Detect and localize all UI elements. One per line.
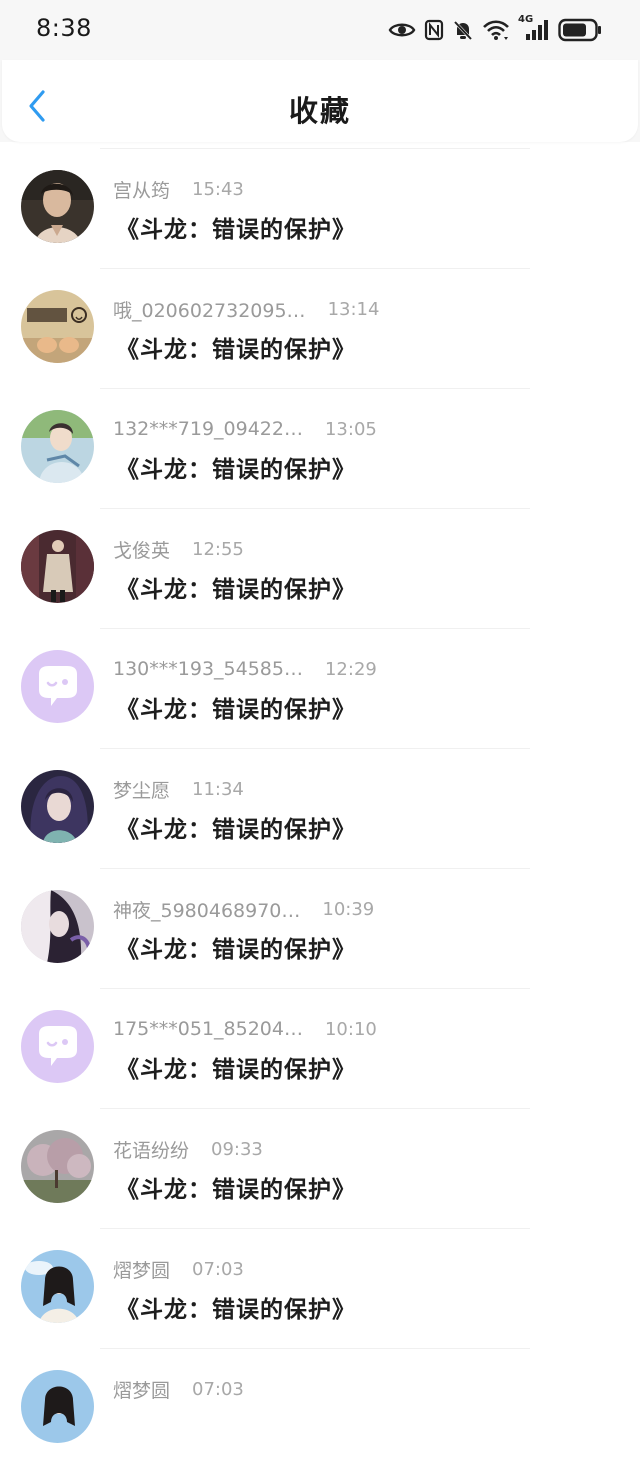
user-name: 戈俊英 [113, 539, 171, 562]
timestamp: 11:34 [192, 778, 244, 800]
avatar[interactable] [21, 170, 94, 243]
list-item[interactable]: 宫从筠 15:43 《斗龙：错误的保护》 [0, 148, 640, 268]
list-item[interactable]: 花语纷纷 09:33 《斗龙：错误的保护》 [0, 1108, 640, 1228]
avatar[interactable] [21, 530, 94, 603]
item-meta: 哦_020602732095… 13:14 [113, 296, 379, 322]
divider [100, 1228, 530, 1229]
timestamp: 12:29 [324, 658, 377, 680]
signal-4g-icon: 4G [518, 14, 550, 42]
item-meta: 花语纷纷 09:33 [113, 1136, 263, 1162]
timestamp: 10:39 [322, 898, 375, 920]
user-name: 梦尘愿 [113, 779, 171, 802]
item-meta: 130***193_54585… 12:29 [113, 656, 377, 682]
user-name: 熠梦圆 [113, 1379, 171, 1402]
list-item[interactable]: 175***051_85204… 10:10 《斗龙：错误的保护》 [0, 988, 640, 1108]
divider [100, 268, 530, 269]
avatar[interactable] [21, 410, 94, 483]
list-item[interactable]: 梦尘愿 11:34 《斗龙：错误的保护》 [0, 748, 640, 868]
wifi-icon [483, 20, 509, 40]
page-title: 收藏 [288, 94, 351, 128]
list-item[interactable]: 哦_020602732095… 13:14 《斗龙：错误的保护》 [0, 268, 640, 388]
item-meta: 神夜_5980468970… 10:39 [113, 896, 374, 922]
user-name: 花语纷纷 [113, 1139, 190, 1162]
timestamp: 13:14 [327, 298, 380, 320]
status-icons: 4G [388, 14, 602, 44]
bell-off-icon [453, 20, 473, 41]
item-meta: 宫从筠 15:43 [113, 176, 244, 202]
book-title[interactable]: 《斗龙：错误的保护》 [116, 930, 356, 964]
book-title[interactable]: 《斗龙：错误的保护》 [116, 810, 356, 844]
item-meta: 熠梦圆 07:03 [113, 1376, 244, 1402]
timestamp: 13:05 [324, 418, 377, 440]
favorites-list: 宫从筠 15:43 《斗龙：错误的保护》 哦_020602732095… 13:… [0, 148, 640, 1468]
user-name: 宫从筠 [113, 179, 171, 202]
status-bar: 8:38 4G [0, 0, 640, 62]
eye-icon [388, 23, 416, 37]
status-time: 8:38 [36, 14, 92, 42]
item-meta: 132***719_09422… 13:05 [113, 416, 377, 442]
list-item[interactable]: 132***719_09422… 13:05 《斗龙：错误的保护》 [0, 388, 640, 508]
book-title[interactable]: 《斗龙：错误的保护》 [116, 210, 356, 244]
timestamp: 07:03 [192, 1258, 244, 1280]
divider [100, 748, 530, 749]
divider [100, 628, 530, 629]
chat-bubble-icon [21, 650, 94, 723]
user-name: 神夜_5980468970… [113, 899, 301, 922]
divider [100, 988, 530, 989]
book-title[interactable]: 《斗龙：错误的保护》 [116, 570, 356, 604]
book-title[interactable]: 《斗龙：错误的保护》 [116, 450, 356, 484]
chat-bubble-icon [21, 1010, 94, 1083]
timestamp: 12:55 [192, 538, 244, 560]
timestamp: 10:10 [324, 1018, 377, 1040]
divider [100, 508, 530, 509]
user-name: 175***051_85204… [113, 1018, 303, 1040]
timestamp: 09:33 [211, 1138, 263, 1160]
list-item[interactable]: 130***193_54585… 12:29 《斗龙：错误的保护》 [0, 628, 640, 748]
header: 收藏 [2, 60, 638, 142]
list-item[interactable]: 熠梦圆 07:03 《斗龙：错误的保护》 [0, 1228, 640, 1348]
divider [100, 1348, 530, 1349]
item-meta: 熠梦圆 07:03 [113, 1256, 244, 1282]
timestamp: 15:43 [192, 178, 244, 200]
list-item[interactable]: 神夜_5980468970… 10:39 《斗龙：错误的保护》 [0, 868, 640, 988]
avatar[interactable] [21, 770, 94, 843]
user-name: 熠梦圆 [113, 1259, 171, 1282]
divider [100, 388, 530, 389]
user-name: 哦_020602732095… [113, 299, 306, 322]
avatar[interactable] [21, 650, 94, 723]
list-item[interactable]: 戈俊英 12:55 《斗龙：错误的保护》 [0, 508, 640, 628]
avatar[interactable] [21, 290, 94, 363]
avatar[interactable] [21, 1130, 94, 1203]
avatar[interactable] [21, 890, 94, 963]
divider [100, 868, 530, 869]
battery-icon [558, 18, 601, 42]
book-title[interactable]: 《斗龙：错误的保护》 [116, 1170, 356, 1204]
book-title[interactable]: 《斗龙：错误的保护》 [116, 1050, 356, 1084]
book-title[interactable]: 《斗龙：错误的保护》 [116, 1290, 356, 1324]
timestamp: 07:03 [192, 1378, 244, 1400]
divider [100, 1108, 530, 1109]
avatar[interactable] [21, 1250, 94, 1323]
nfc-icon [424, 19, 444, 41]
divider [100, 148, 530, 149]
item-meta: 戈俊英 12:55 [113, 536, 244, 562]
item-meta: 梦尘愿 11:34 [113, 776, 244, 802]
user-name: 130***193_54585… [113, 658, 303, 680]
avatar[interactable] [21, 1010, 94, 1083]
book-title[interactable]: 《斗龙：错误的保护》 [116, 330, 356, 364]
list-item[interactable]: 熠梦圆 07:03 [0, 1348, 640, 1468]
book-title[interactable]: 《斗龙：错误的保护》 [116, 690, 356, 724]
avatar[interactable] [21, 1370, 94, 1443]
user-name: 132***719_09422… [113, 418, 303, 440]
item-meta: 175***051_85204… 10:10 [113, 1016, 377, 1042]
